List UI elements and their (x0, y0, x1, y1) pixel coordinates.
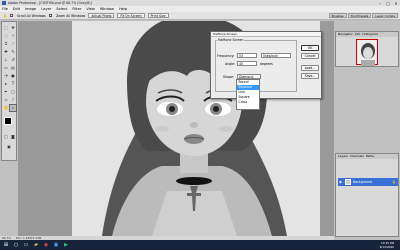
frequency-label: Frequency: (217, 54, 235, 58)
fit-on-screen-button[interactable]: Fit On Screen (117, 13, 145, 18)
menu-window[interactable]: Window (100, 7, 114, 11)
menu-file[interactable]: File (2, 7, 8, 11)
save-button[interactable]: Save... (301, 73, 319, 79)
eyedropper-icon[interactable]: ⁄ (10, 97, 16, 103)
cancel-button[interactable]: Cancel (301, 53, 319, 59)
actual-pixels-button[interactable]: Actual Pixels (88, 13, 115, 18)
gradient-tool-icon[interactable]: ▤ (10, 65, 16, 71)
hand-tool-icon[interactable]: ✋ (3, 105, 9, 111)
app-icon (2, 1, 6, 5)
navigator-thumbnail[interactable] (356, 39, 378, 66)
lasso-tool-icon[interactable]: ◌ (3, 33, 9, 39)
move-tool-icon[interactable]: ✥ (10, 25, 16, 31)
dialog-title: Halftone Screen (211, 32, 321, 37)
shape-dropdown-list: Round Elliptical Line Square Cross (236, 79, 260, 110)
menu-filter[interactable]: Filter (72, 7, 81, 11)
notes-tool-icon[interactable]: ▱ (3, 97, 9, 103)
screen-mode-icon[interactable]: ▣ (6, 144, 12, 150)
path-selection-icon[interactable]: ▸ (3, 81, 9, 87)
search-icon[interactable]: ○ (12, 241, 20, 249)
layer-thumbnail (345, 179, 351, 185)
brush-tool-icon[interactable]: ✎ (10, 49, 16, 55)
brushes-tab[interactable]: Brushes (328, 13, 347, 18)
shape-label: Shape: (223, 75, 235, 79)
quick-mask-icon[interactable]: ◙ (10, 134, 16, 140)
toolbox: ⬚ ✥ ◌ ✧ ⌗ ⟋ ✚ ✎ ⊥ ↺ ▭ ▤ ◔ ● ▸ T ✒ ▢ ▱ ⁄ … (1, 21, 17, 161)
layer-comps-tab[interactable]: Layer Comps (372, 13, 398, 18)
photoshop-window: Adobe Photoshop - [CYNTHIA.psd @ 66.7% (… (0, 0, 400, 250)
magic-wand-icon[interactable]: ✧ (10, 33, 16, 39)
clone-stamp-icon[interactable]: ⊥ (3, 57, 9, 63)
marquee-tool-icon[interactable]: ⬚ (3, 25, 9, 31)
shape-tool-icon[interactable]: ▢ (10, 89, 16, 95)
history-brush-icon[interactable]: ↺ (10, 57, 16, 63)
clock-date: 9/12/2020 (379, 245, 394, 249)
tool-presets-tab[interactable]: Tool Presets (347, 13, 372, 18)
layer-row-background[interactable]: ◉ Background 🔒 (338, 178, 398, 186)
ok-button[interactable]: OK (301, 45, 319, 51)
photoshop-taskbar-icon[interactable]: ▣ (52, 241, 60, 249)
file-explorer-icon[interactable]: ▰ (32, 241, 40, 249)
scroll-all-checkbox[interactable] (9, 14, 13, 17)
navigator-tab[interactable]: Navigator (338, 32, 353, 37)
angle-unit-label: degrees (260, 62, 273, 66)
taskbar: ⊞ ○ ▭ ▰ ◉ ▣ ▶ 10:35 PM 9/12/2020 (0, 240, 400, 250)
menu-edit[interactable]: Edit (13, 7, 20, 11)
halftone-screen-dialog: Halftone Screen Halftone Screen Frequenc… (210, 31, 322, 99)
layers-tab[interactable]: Layers (338, 154, 348, 159)
eye-icon[interactable]: ◉ (339, 180, 343, 184)
menu-layer[interactable]: Layer (41, 7, 51, 11)
slice-tool-icon[interactable]: ⟋ (10, 41, 16, 47)
crop-tool-icon[interactable]: ⌗ (3, 41, 9, 47)
group-label: Halftone Screen (217, 38, 245, 42)
browser-icon[interactable]: ◉ (42, 241, 50, 249)
media-icon[interactable]: ▶ (62, 241, 70, 249)
hand-tool-icon: ✋ (3, 13, 7, 18)
load-button[interactable]: Load... (301, 65, 319, 71)
scroll-all-label: Scroll All Windows (16, 13, 46, 18)
pen-tool-icon[interactable]: ✒ (3, 89, 9, 95)
zoom-tool-icon[interactable]: ⌕ (9, 104, 17, 112)
angle-input[interactable]: 45 (237, 61, 257, 66)
blur-tool-icon[interactable]: ◔ (3, 73, 9, 79)
navigator-panel: Navigator Info Histogram (335, 31, 399, 67)
dodge-tool-icon[interactable]: ● (10, 73, 16, 79)
layer-name: Background (353, 180, 373, 184)
zoom-all-checkbox[interactable] (48, 14, 52, 17)
print-size-button[interactable]: Print Size (147, 13, 169, 18)
type-tool-icon[interactable]: T (10, 81, 16, 87)
standard-mode-icon[interactable]: ▢ (3, 134, 9, 140)
info-tab[interactable]: Info (355, 32, 361, 37)
frequency-input[interactable]: 53 (237, 53, 257, 58)
channels-tab[interactable]: Channels (350, 154, 364, 159)
clock[interactable]: 10:35 PM 9/12/2020 (380, 240, 394, 250)
zoom-all-label: Zoom All Windows (55, 13, 86, 18)
angle-label: Angle: (225, 62, 236, 66)
eraser-tool-icon[interactable]: ▭ (3, 65, 9, 71)
lock-icon: 🔒 (392, 180, 396, 184)
menu-image[interactable]: Image (25, 7, 36, 11)
task-view-icon[interactable]: ▭ (22, 241, 30, 249)
frequency-unit-select[interactable]: lines/inch (261, 53, 291, 58)
palette-well: Brushes Tool Presets Layer Comps (328, 13, 398, 18)
shape-option-cross[interactable]: Cross (237, 100, 259, 105)
histogram-tab[interactable]: Histogram (362, 32, 378, 37)
menu-view[interactable]: View (86, 7, 95, 11)
window-title: Adobe Photoshop - [CYNTHIA.psd @ 66.7% (… (8, 1, 92, 5)
start-icon[interactable]: ⊞ (2, 241, 10, 249)
healing-brush-icon[interactable]: ✚ (3, 49, 9, 55)
menu-select[interactable]: Select (56, 7, 67, 11)
layers-panel: Layers Channels Paths ◉ Background 🔒 (335, 153, 399, 237)
paths-tab[interactable]: Paths (366, 154, 374, 159)
foreground-color-swatch[interactable] (4, 117, 12, 125)
menu-help[interactable]: Help (119, 7, 127, 11)
